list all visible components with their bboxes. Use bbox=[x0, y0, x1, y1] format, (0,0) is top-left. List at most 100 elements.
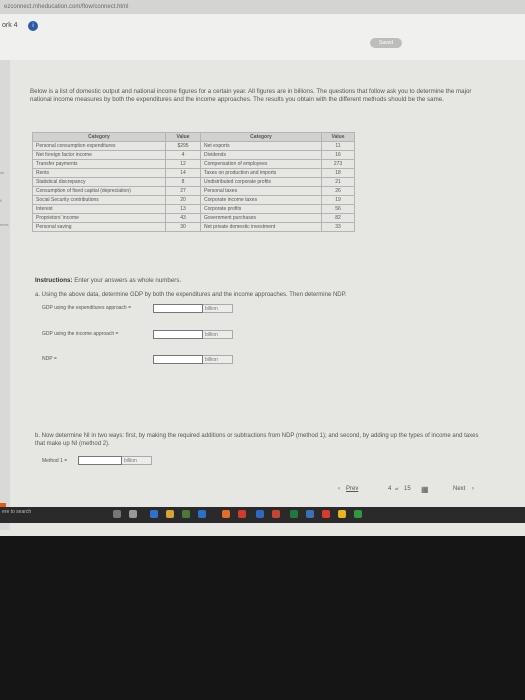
left-side-label: ll bbox=[0, 198, 2, 203]
cell: 56 bbox=[321, 204, 355, 214]
table-row: Interest 13 Corporate profits 56 bbox=[32, 204, 355, 214]
cell: 8 bbox=[165, 177, 201, 187]
cell: Net private domestic investment bbox=[200, 222, 322, 232]
col-header: Value bbox=[321, 132, 355, 142]
table-row: Social Security contributions 20 Corporate… bbox=[32, 195, 355, 205]
question-b-text: b. Now determine NI in two ways: first, … bbox=[35, 433, 479, 447]
assignment-title: ork 4 bbox=[2, 22, 18, 29]
mail-icon[interactable] bbox=[198, 510, 206, 518]
table-row: Transfer payments 12 Compensation of emplo… bbox=[32, 159, 355, 169]
cell: 11 bbox=[321, 141, 355, 151]
table-row: Personal consumption expenditures $295 Net… bbox=[32, 141, 355, 151]
table-row: Statistical discrepancy 8 Undistributed co… bbox=[32, 177, 355, 187]
cell: Social Security contributions bbox=[32, 195, 166, 205]
cell: 13 bbox=[165, 204, 201, 214]
cell: Rents bbox=[32, 168, 166, 178]
cell: Corporate income taxes bbox=[200, 195, 322, 205]
prev-button[interactable]: Prev bbox=[346, 486, 358, 492]
instructions-text: Enter your answers as whole numbers. bbox=[72, 277, 182, 284]
app-icon[interactable] bbox=[238, 510, 246, 518]
page-of: of bbox=[395, 486, 399, 491]
next-chevron-icon[interactable]: › bbox=[472, 486, 474, 492]
prev-chevron-icon[interactable]: ‹ bbox=[338, 486, 340, 492]
question-navigation: ‹ Prev 4 of 15 ▦ Next › bbox=[338, 483, 483, 497]
app-icon[interactable] bbox=[322, 510, 330, 518]
page-current: 4 bbox=[388, 486, 392, 492]
address-bar[interactable]: ezconnect.mheducation.com/flow/connect.h… bbox=[0, 0, 525, 14]
cell: $295 bbox=[165, 141, 201, 151]
method1-label: Method 1 = bbox=[42, 458, 68, 464]
cell: 16 bbox=[321, 150, 355, 160]
col-header: Category bbox=[32, 132, 166, 142]
cell: Taxes on production and imports bbox=[200, 168, 322, 178]
grid-icon[interactable]: ▦ bbox=[421, 485, 429, 494]
cell: Consumption of fixed capital (depreciati… bbox=[32, 186, 166, 196]
info-icon[interactable]: i bbox=[28, 21, 38, 31]
chrome-icon[interactable] bbox=[338, 510, 346, 518]
excel-icon[interactable] bbox=[290, 510, 298, 518]
table-row: Consumption of fixed capital (depreciati… bbox=[32, 186, 355, 196]
cell: Dividends bbox=[200, 150, 322, 160]
cell: Net foreign factor income bbox=[32, 150, 166, 160]
cell: Personal taxes bbox=[200, 186, 322, 196]
acrobat-icon[interactable] bbox=[272, 510, 280, 518]
gdp-expenditures-input[interactable] bbox=[153, 304, 203, 313]
table-row: Personal saving 30 Net private domestic in… bbox=[32, 222, 355, 232]
cell: Corporate profits bbox=[200, 204, 322, 214]
cell: 26 bbox=[321, 186, 355, 196]
left-side-label: ok bbox=[0, 170, 5, 175]
method1-input[interactable] bbox=[78, 456, 122, 465]
col-header: Value bbox=[165, 132, 201, 142]
app-icon[interactable] bbox=[222, 510, 230, 518]
ndp-input[interactable] bbox=[153, 355, 203, 364]
next-button[interactable]: Next bbox=[453, 486, 465, 492]
cell: Government purchases bbox=[200, 213, 322, 223]
instructions-bold: Instructions: bbox=[35, 277, 73, 284]
cell: 4 bbox=[165, 150, 201, 160]
cell: Net exports bbox=[200, 141, 322, 151]
cell: Personal consumption expenditures bbox=[32, 141, 166, 151]
desk-surface bbox=[0, 536, 525, 700]
assignment-header bbox=[0, 14, 525, 60]
cell: 30 bbox=[165, 222, 201, 232]
page-total: 15 bbox=[404, 486, 411, 492]
screen: ezconnect.mheducation.com/flow/connect.h… bbox=[0, 0, 525, 536]
gdp-expenditures-label: GDP using the expenditures approach = bbox=[42, 305, 131, 311]
cell: 43 bbox=[165, 213, 201, 223]
cell: Statistical discrepancy bbox=[32, 177, 166, 187]
left-side-label: nces bbox=[0, 222, 9, 227]
billion-unit: billion bbox=[203, 304, 233, 313]
edge-icon[interactable] bbox=[150, 510, 158, 518]
table-row: Net foreign factor income 4 Dividends 16 bbox=[32, 150, 355, 160]
billion-unit: billion bbox=[203, 330, 233, 339]
col-header: Category bbox=[200, 132, 322, 142]
app-icon[interactable] bbox=[354, 510, 362, 518]
store-icon[interactable] bbox=[182, 510, 190, 518]
cell: Undistributed corporate profits bbox=[200, 177, 322, 187]
table-header-row: Category Value Category Value bbox=[32, 132, 355, 142]
taskbar: ere to search bbox=[0, 507, 525, 523]
cell: 273 bbox=[321, 159, 355, 169]
taskbar-search[interactable]: ere to search bbox=[2, 509, 31, 515]
intro-text: Below is a list of domestic output and n… bbox=[30, 88, 472, 103]
data-table: Category Value Category Value Personal c… bbox=[32, 132, 355, 232]
gdp-income-label: GDP using the income approach = bbox=[42, 331, 119, 337]
cell: 19 bbox=[321, 195, 355, 205]
gdp-income-input[interactable] bbox=[153, 330, 203, 339]
instructions: Instructions: Enter your answers as whol… bbox=[35, 277, 181, 284]
cell: Compensation of employees bbox=[200, 159, 322, 169]
app-icon[interactable] bbox=[306, 510, 314, 518]
saved-button[interactable]: Saved bbox=[370, 38, 402, 48]
billion-unit: billion bbox=[203, 355, 233, 364]
folder-icon[interactable] bbox=[166, 510, 174, 518]
word-icon[interactable] bbox=[256, 510, 264, 518]
cell: Transfer payments bbox=[32, 159, 166, 169]
cell: Interest bbox=[32, 204, 166, 214]
cell: 27 bbox=[165, 186, 201, 196]
cell: 33 bbox=[321, 222, 355, 232]
table-row: Proprietors' income 43 Government purchase… bbox=[32, 213, 355, 223]
pin-icon[interactable] bbox=[129, 510, 137, 518]
table-row: Rents 14 Taxes on production and imports 18 bbox=[32, 168, 355, 178]
task-view-icon[interactable] bbox=[113, 510, 121, 518]
left-panel bbox=[0, 60, 10, 530]
